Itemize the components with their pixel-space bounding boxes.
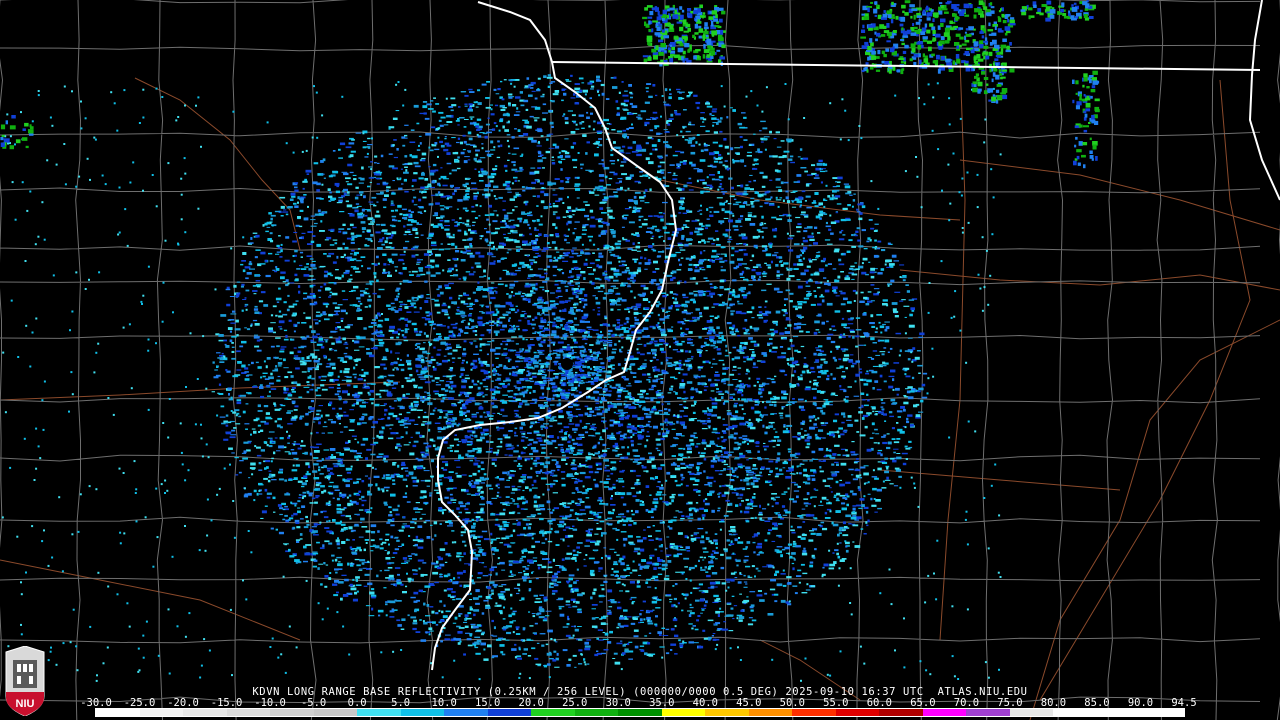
scale-tick-label: -15.0 <box>210 697 243 709</box>
scale-swatch <box>966 709 1010 716</box>
scale-tick-label: 60.0 <box>866 697 893 709</box>
scale-swatch <box>487 709 532 716</box>
radar-map <box>0 0 1280 720</box>
scale-tick-label: 15.0 <box>475 697 501 709</box>
scale-swatch <box>139 709 184 716</box>
scale-swatch <box>792 709 836 716</box>
scale-swatch <box>1096 709 1141 716</box>
tower-window <box>17 664 21 672</box>
scale-tick-label: 45.0 <box>736 697 762 709</box>
scale-swatch <box>922 709 967 716</box>
scale-tick-label: 70.0 <box>953 697 980 709</box>
tower-window <box>23 664 27 672</box>
scale-tick-label: 75.0 <box>997 697 1023 709</box>
scale-tick-label: 25.0 <box>562 697 588 709</box>
map-background <box>0 0 1280 720</box>
scale-tick-label: -25.0 <box>123 697 156 709</box>
scale-swatch <box>574 709 619 716</box>
color-scale-labels: -30.0 -25.0 -20.0 -15.0 -10.0 -5.0 0.0 5.0 10.0 1… <box>80 697 1197 709</box>
scale-swatch <box>313 709 358 716</box>
scale-swatch <box>661 709 706 716</box>
scale-tick-label: 5.0 <box>391 697 411 709</box>
radar-site-marker <box>561 358 573 370</box>
scale-tick-label: 10.0 <box>431 697 457 709</box>
scale-swatch <box>400 709 445 716</box>
scale-swatch <box>879 709 923 716</box>
scale-tick-label: -5.0 <box>300 697 327 709</box>
scale-swatch <box>96 709 140 716</box>
scale-tick-label: 65.0 <box>910 697 936 709</box>
scale-tick-label: -20.0 <box>167 697 199 709</box>
logo-text: NIU <box>16 698 35 710</box>
scale-swatch <box>1053 709 1097 716</box>
scale-tick-label: -30.0 <box>80 697 112 709</box>
scale-tick-label: -10.0 <box>254 697 286 709</box>
scale-swatch <box>531 709 575 716</box>
scale-swatch <box>183 709 227 716</box>
scale-swatch <box>357 709 401 716</box>
scale-swatch <box>835 709 880 716</box>
scale-swatch <box>748 709 793 716</box>
scale-tick-label: 50.0 <box>779 697 805 709</box>
scale-swatch <box>1009 709 1054 716</box>
scale-tick-label: 40.0 <box>692 697 718 709</box>
scale-swatch <box>1140 709 1184 716</box>
tower-window <box>29 664 33 672</box>
scale-tick-label: 94.5 <box>1171 697 1197 709</box>
scale-tick-label: 90.0 <box>1127 697 1154 709</box>
scale-tick-label: 85.0 <box>1084 697 1110 709</box>
scale-tick-label: 80.0 <box>1040 697 1067 709</box>
tower-window <box>29 676 33 684</box>
scale-tick-label: 30.0 <box>605 697 631 709</box>
scale-swatch <box>618 709 662 716</box>
scale-swatch <box>270 709 314 716</box>
scale-swatch <box>444 709 488 716</box>
color-scale-bar <box>95 708 1185 717</box>
scale-tick-label: 0.0 <box>347 697 367 709</box>
scale-tick-label: 55.0 <box>823 697 849 709</box>
scale-swatch <box>705 709 749 716</box>
niu-logo: NIU <box>5 646 45 716</box>
scale-swatch <box>226 709 271 716</box>
scale-tick-label: 35.0 <box>649 697 675 709</box>
tower-window <box>17 676 21 684</box>
scale-tick-label: 20.0 <box>518 697 544 709</box>
